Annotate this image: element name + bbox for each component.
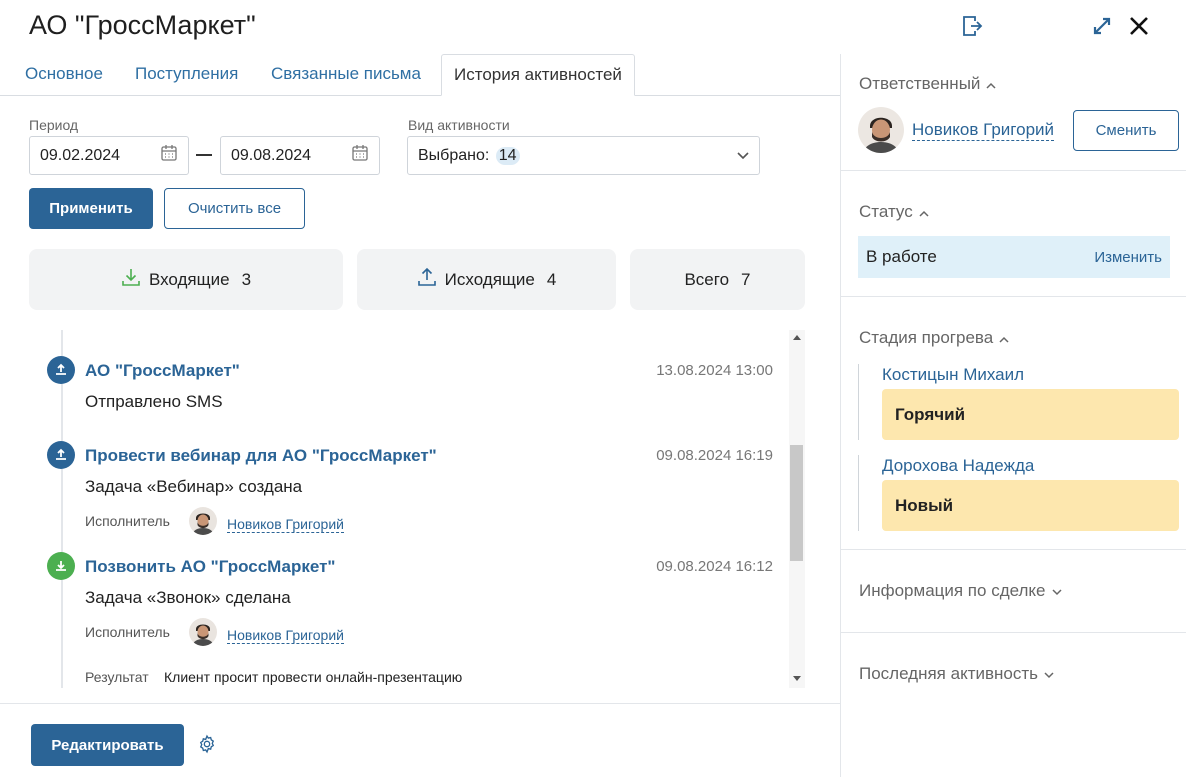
status-box: В работе Изменить — [858, 236, 1170, 278]
avatar[interactable] — [189, 507, 217, 535]
incoming-event-icon — [47, 552, 75, 580]
stage-value: Горячий — [882, 389, 1179, 440]
tab-related-emails[interactable]: Связанные письма — [259, 54, 433, 96]
event-title[interactable]: Позвонить АО "ГроссМаркет" — [85, 557, 336, 577]
scroll-up-arrow[interactable] — [793, 335, 801, 340]
upload-icon — [417, 267, 437, 292]
outgoing-count: 4 — [546, 269, 557, 289]
period-label: Период — [29, 117, 79, 133]
chevron-up-icon — [999, 328, 1009, 348]
executor-link[interactable]: Новиков Григорий — [227, 627, 344, 644]
chevron-up-icon — [919, 202, 929, 222]
event-time: 09.08.2024 16:12 — [656, 558, 773, 575]
date-to-field[interactable]: 09.08.2024 — [220, 136, 380, 175]
result-label: Результат — [85, 669, 149, 685]
apply-button[interactable]: Применить — [29, 188, 153, 229]
date-to-value: 09.08.2024 — [231, 146, 312, 164]
change-responsible-button[interactable]: Сменить — [1073, 110, 1179, 151]
event-description: Задача «Вебинар» создана — [85, 477, 303, 496]
stage-title: Стадия прогрева — [859, 328, 994, 347]
activity-selected-prefix: Выбрано: — [418, 146, 490, 164]
total-counter[interactable]: Всего 7 — [630, 249, 805, 310]
activity-feed: АО "ГроссМаркет" 13.08.2024 13:00 Отправ… — [29, 330, 789, 688]
avatar[interactable] — [858, 107, 904, 153]
scroll-down-arrow[interactable] — [793, 676, 801, 681]
stage-section-toggle[interactable]: Стадия прогрева — [859, 328, 1009, 348]
total-count: 7 — [741, 269, 751, 289]
outgoing-label: Исходящие — [444, 269, 535, 289]
status-value: В работе — [866, 247, 937, 266]
event-description: Задача «Звонок» сделана — [85, 588, 291, 607]
stage-group-line — [858, 364, 859, 440]
deal-info-title: Информация по сделке — [859, 581, 1046, 600]
chevron-down-icon — [1051, 581, 1062, 601]
gear-icon[interactable] — [197, 734, 217, 754]
executor-link[interactable]: Новиков Григорий — [227, 516, 344, 533]
incoming-count: 3 — [241, 269, 252, 289]
activity-type-select[interactable]: Выбрано: 14 — [407, 136, 760, 175]
section-divider — [840, 632, 1186, 633]
event-time: 13.08.2024 13:00 — [656, 362, 773, 379]
change-status-link[interactable]: Изменить — [1094, 249, 1162, 266]
deal-info-section-toggle[interactable]: Информация по сделке — [859, 581, 1062, 601]
activity-selected-count: 14 — [495, 146, 520, 165]
activity-type-label: Вид активности — [408, 117, 510, 133]
export-icon[interactable] — [958, 12, 986, 40]
stage-person-link[interactable]: Костицын Михаил — [882, 365, 1024, 385]
close-icon[interactable] — [1124, 11, 1154, 41]
outgoing-event-icon — [47, 356, 75, 384]
stage-person-link[interactable]: Дорохова Надежда — [882, 456, 1034, 476]
result-text: Клиент просит провести онлайн-презентаци… — [164, 669, 463, 685]
footer-divider — [0, 703, 840, 704]
responsible-title: Ответственный — [859, 74, 981, 93]
date-range-separator — [196, 154, 212, 156]
chevron-down-icon[interactable] — [737, 147, 749, 165]
chevron-up-icon — [986, 74, 996, 94]
expand-icon[interactable] — [1088, 12, 1116, 40]
feed-scrollbar[interactable] — [789, 330, 805, 688]
stage-value: Новый — [882, 480, 1179, 531]
tab-bar: Основное Поступления Связанные письма Ис… — [0, 54, 840, 96]
responsible-name-link[interactable]: Новиков Григорий — [912, 120, 1055, 141]
last-activity-section-toggle[interactable]: Последняя активность — [859, 664, 1054, 684]
event-title[interactable]: АО "ГроссМаркет" — [85, 361, 240, 381]
incoming-label: Входящие — [148, 269, 230, 289]
executor-label: Исполнитель — [85, 513, 170, 529]
section-divider — [840, 170, 1186, 171]
calendar-icon[interactable] — [351, 144, 369, 167]
download-icon — [121, 267, 141, 292]
event-title[interactable]: Провести вебинар для АО "ГроссМаркет" — [85, 446, 437, 466]
responsible-section-toggle[interactable]: Ответственный — [859, 74, 996, 94]
calendar-icon[interactable] — [160, 144, 178, 167]
status-title: Статус — [859, 202, 913, 221]
last-activity-title: Последняя активность — [859, 664, 1038, 683]
date-from-value: 09.02.2024 — [40, 146, 121, 164]
clear-all-button[interactable]: Очистить все — [164, 188, 305, 229]
activity-type-value: Выбрано: 14 — [418, 146, 520, 165]
event-time: 09.08.2024 16:19 — [656, 447, 773, 464]
chevron-down-icon — [1044, 664, 1054, 684]
stage-group-line — [858, 455, 859, 531]
date-from-field[interactable]: 09.02.2024 — [29, 136, 189, 175]
total-label: Всего — [684, 269, 730, 289]
event-description: Отправлено SMS — [85, 392, 223, 411]
edit-button[interactable]: Редактировать — [31, 724, 184, 766]
executor-label: Исполнитель — [85, 624, 170, 640]
incoming-counter[interactable]: Входящие 3 — [29, 249, 343, 310]
tab-activity-history[interactable]: История активностей — [441, 54, 635, 96]
tab-main[interactable]: Основное — [13, 54, 115, 96]
status-section-toggle[interactable]: Статус — [859, 202, 929, 222]
section-divider — [840, 549, 1186, 550]
scrollbar-thumb[interactable] — [790, 445, 803, 561]
outgoing-event-icon — [47, 441, 75, 469]
page-title: АО "ГроссМаркет" — [29, 10, 256, 40]
tab-receipts[interactable]: Поступления — [123, 54, 250, 96]
avatar[interactable] — [189, 618, 217, 646]
outgoing-counter[interactable]: Исходящие 4 — [357, 249, 616, 310]
section-divider — [840, 296, 1186, 297]
